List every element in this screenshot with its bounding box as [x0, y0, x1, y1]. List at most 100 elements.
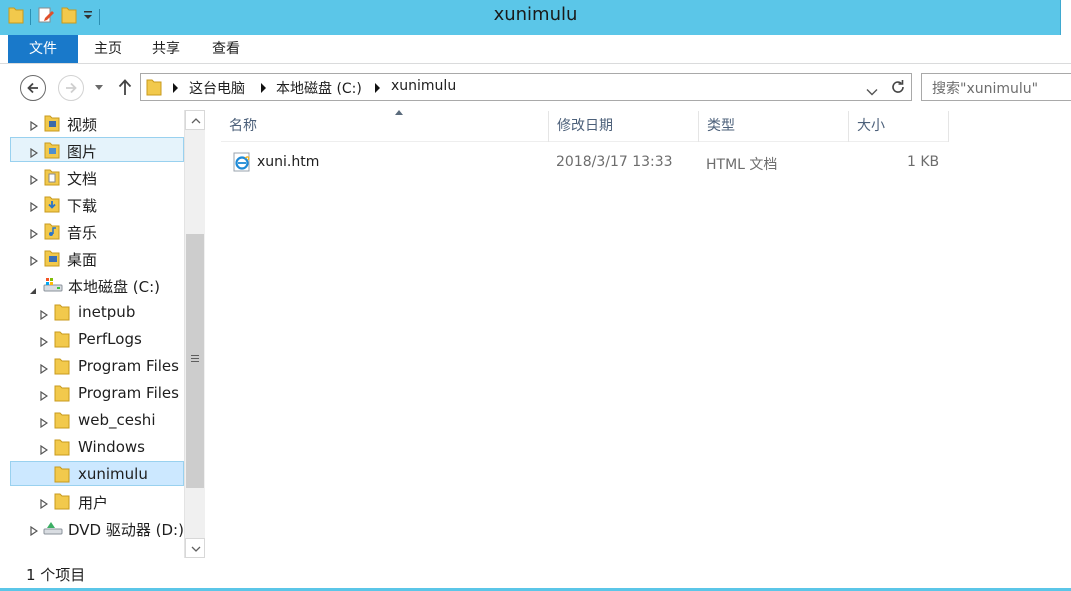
column-header-type[interactable]: 类型	[699, 111, 849, 142]
expand-icon[interactable]	[30, 200, 39, 213]
file-size: 1 KB	[907, 154, 940, 170]
tree-item-documents[interactable]: 文档	[10, 165, 184, 190]
recent-locations-button[interactable]	[94, 80, 104, 90]
expand-icon[interactable]	[40, 389, 49, 402]
search-input[interactable]: 搜索"xunimulu"	[932, 78, 1038, 98]
breadcrumb-separator-icon[interactable]	[261, 83, 266, 93]
tree-item-desktop[interactable]: 桌面	[10, 246, 184, 271]
window-title: xunimulu	[493, 4, 578, 25]
refresh-button[interactable]	[889, 78, 907, 100]
collapse-icon[interactable]	[30, 283, 37, 294]
expand-icon[interactable]	[30, 119, 39, 132]
tree-item-label: web_ceshi	[78, 411, 156, 429]
tab-home[interactable]: 主页	[86, 35, 130, 63]
tree-item-label: 下载	[67, 197, 98, 215]
expand-icon[interactable]	[30, 173, 39, 186]
tree-item-label: Windows	[78, 438, 145, 456]
expand-icon[interactable]	[30, 524, 39, 537]
tree-item-label: Program Files	[78, 357, 179, 375]
chevron-down-icon	[191, 546, 201, 552]
folder-icon	[54, 303, 70, 325]
tree-item-local-disk-c[interactable]: 本地磁盘 (C:)	[10, 273, 184, 298]
address-bar[interactable]: 这台电脑 本地磁盘 (C:) xunimulu	[140, 73, 912, 101]
breadcrumb-this-pc[interactable]: 这台电脑	[189, 78, 245, 98]
dvd-drive-icon	[43, 519, 63, 541]
navigation-pane: 视频 图片 文档 下载 音乐 桌面 本地磁盘 (C:) inetpub Perf…	[0, 108, 206, 558]
expand-icon[interactable]	[40, 416, 49, 429]
video-folder-icon	[44, 114, 60, 136]
expand-icon[interactable]	[30, 254, 39, 267]
tree-item-label: Program Files (	[78, 384, 184, 402]
tree-item-label: 文档	[67, 170, 98, 188]
tree-item-label: xunimulu	[78, 465, 148, 483]
expand-icon[interactable]	[30, 146, 39, 159]
folder-icon	[54, 492, 70, 514]
expand-icon[interactable]	[30, 227, 39, 240]
tree-item-pictures[interactable]: 图片	[10, 137, 184, 162]
search-box[interactable]: 搜索"xunimulu"	[921, 73, 1071, 101]
arrow-left-icon	[27, 82, 38, 94]
column-header-date[interactable]: 修改日期	[549, 111, 699, 142]
tree-item-web-ceshi[interactable]: web_ceshi	[10, 408, 184, 433]
scroll-down-button[interactable]	[185, 538, 205, 558]
breadcrumb-local-disk[interactable]: 本地磁盘 (C:)	[276, 78, 362, 98]
tree-item-downloads[interactable]: 下载	[10, 192, 184, 217]
folder-icon	[54, 330, 70, 352]
folder-icon	[54, 384, 70, 406]
column-header-row: 名称 修改日期 类型 大小	[221, 110, 949, 142]
file-type: HTML 文档	[706, 157, 778, 173]
tree-item-label: 桌面	[67, 251, 98, 269]
breadcrumb-current-folder[interactable]: xunimulu	[391, 78, 456, 94]
tree-item-label: 音乐	[67, 224, 98, 242]
downloads-folder-icon	[44, 195, 60, 217]
tab-file[interactable]: 文件	[8, 35, 78, 63]
tree-item-label: inetpub	[78, 303, 136, 321]
expand-icon[interactable]	[40, 362, 49, 375]
back-button[interactable]	[20, 75, 46, 101]
column-header-name[interactable]: 名称	[221, 110, 549, 142]
tree-item-inetpub[interactable]: inetpub	[10, 300, 184, 325]
chevron-down-icon	[866, 89, 878, 96]
ribbon-tabs: 文件 主页 共享 查看	[0, 35, 1071, 64]
expand-icon[interactable]	[40, 443, 49, 456]
tab-share[interactable]: 共享	[144, 35, 188, 63]
item-count: 1 个项目	[26, 566, 86, 584]
tree-item-users[interactable]: 用户	[10, 489, 184, 514]
navigation-pane-scrollbar[interactable]	[184, 110, 205, 558]
column-header-size[interactable]: 大小	[849, 111, 949, 142]
tree-item-label: 本地磁盘 (C:)	[68, 278, 160, 296]
documents-folder-icon	[44, 168, 60, 190]
expand-icon[interactable]	[40, 335, 49, 348]
folder-icon	[54, 411, 70, 433]
chevron-down-icon	[95, 85, 103, 90]
tree-item-dvd-drive[interactable]: DVD 驱动器 (D:) I	[10, 516, 184, 541]
tree-item-label: 视频	[67, 116, 98, 134]
tab-view[interactable]: 查看	[204, 35, 248, 63]
tree-item-music[interactable]: 音乐	[10, 219, 184, 244]
file-row[interactable]: xuni.htm 2018/3/17 13:33 HTML 文档 1 KB	[221, 149, 949, 177]
refresh-icon	[892, 80, 904, 93]
tree-item-label: DVD 驱动器 (D:) I	[68, 521, 184, 539]
tree-item-program-files-x86[interactable]: Program Files (	[10, 381, 184, 406]
breadcrumb-separator-icon[interactable]	[375, 83, 380, 93]
up-button[interactable]	[116, 77, 134, 97]
expand-icon[interactable]	[40, 308, 49, 321]
arrow-up-icon	[118, 79, 132, 95]
file-name[interactable]: xuni.htm	[257, 154, 319, 170]
window-frame-edge	[1060, 0, 1071, 35]
tree-item-videos[interactable]: 视频	[10, 111, 184, 136]
scroll-up-button[interactable]	[185, 110, 205, 130]
arrow-right-icon	[66, 82, 77, 94]
tree-item-xunimulu[interactable]: xunimulu	[10, 461, 184, 486]
expand-icon[interactable]	[40, 497, 49, 510]
address-history-button[interactable]	[866, 84, 878, 100]
folder-icon	[54, 465, 70, 487]
tree-item-label: 图片	[67, 143, 98, 161]
tree-item-perflogs[interactable]: PerfLogs	[10, 327, 184, 352]
title-bar: xunimulu	[0, 0, 1071, 35]
tree-item-program-files[interactable]: Program Files	[10, 354, 184, 379]
tree-item-windows[interactable]: Windows	[10, 435, 184, 460]
forward-button[interactable]	[58, 75, 84, 101]
breadcrumb-separator-icon[interactable]	[173, 83, 178, 93]
tree-item-label: 用户	[78, 494, 109, 512]
